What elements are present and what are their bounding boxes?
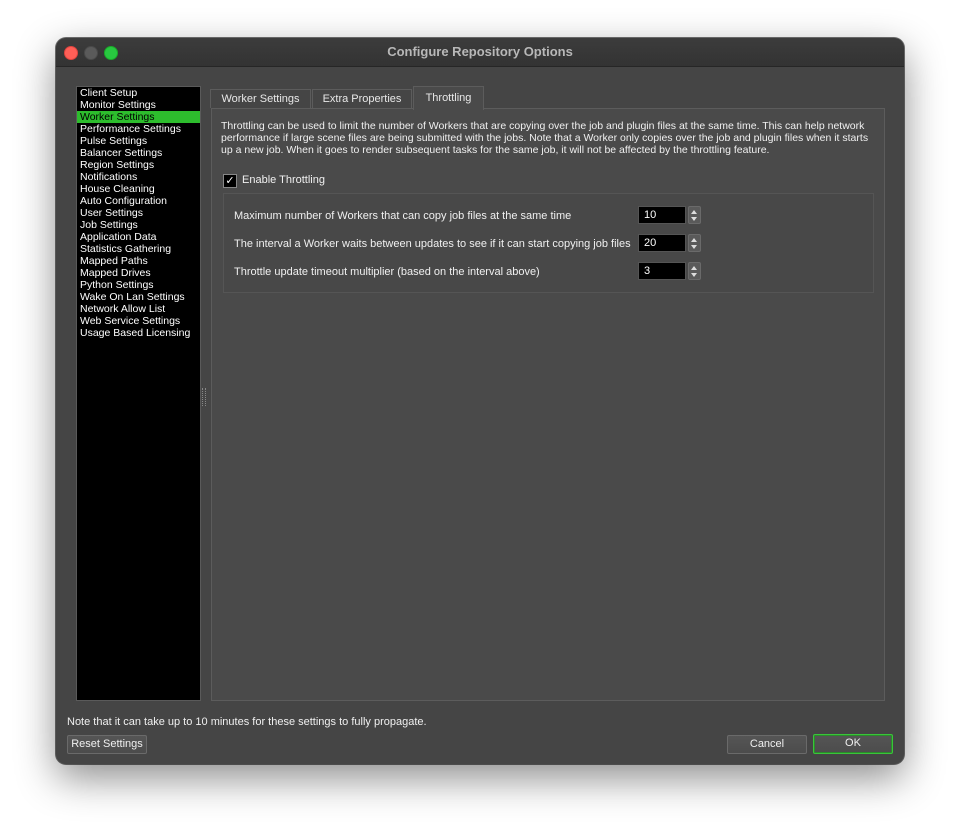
sidebar-item-balancer-settings[interactable]: Balancer Settings bbox=[77, 147, 200, 159]
sidebar-item-mapped-drives[interactable]: Mapped Drives bbox=[77, 267, 200, 279]
throttling-panel: Throttling can be used to limit the numb… bbox=[211, 108, 885, 701]
max-workers-spinbox[interactable]: 10 bbox=[638, 206, 702, 224]
sidebar-item-web-service-settings[interactable]: Web Service Settings bbox=[77, 315, 200, 327]
sidebar-item-python-settings[interactable]: Python Settings bbox=[77, 279, 200, 291]
enable-throttling-label[interactable]: Enable Throttling bbox=[242, 174, 325, 186]
splitter-handle[interactable] bbox=[202, 388, 206, 406]
tab-extra-properties[interactable]: Extra Properties bbox=[312, 89, 412, 108]
arrow-up-icon[interactable] bbox=[691, 238, 697, 242]
sidebar-item-user-settings[interactable]: User Settings bbox=[77, 207, 200, 219]
timeout-multiplier-spinbox[interactable]: 3 bbox=[638, 262, 702, 280]
sidebar-item-notifications[interactable]: Notifications bbox=[77, 171, 200, 183]
ok-button[interactable]: OK bbox=[813, 734, 893, 754]
window-title: Configure Repository Options bbox=[387, 44, 573, 59]
propagation-note: Note that it can take up to 10 minutes f… bbox=[67, 716, 427, 728]
sidebar-item-network-allow-list[interactable]: Network Allow List bbox=[77, 303, 200, 315]
sidebar-item-wake-on-lan-settings[interactable]: Wake On Lan Settings bbox=[77, 291, 200, 303]
configure-repository-window: Configure Repository Options Client Setu… bbox=[56, 38, 904, 764]
throttling-settings-group: Maximum number of Workers that can copy … bbox=[223, 193, 874, 293]
throttling-description: Throttling can be used to limit the numb… bbox=[221, 120, 869, 156]
sidebar-item-client-setup[interactable]: Client Setup bbox=[77, 87, 200, 99]
max-workers-input[interactable]: 10 bbox=[638, 206, 686, 224]
reset-settings-button[interactable]: Reset Settings bbox=[67, 735, 147, 754]
sidebar-item-statistics-gathering[interactable]: Statistics Gathering bbox=[77, 243, 200, 255]
sidebar-item-application-data[interactable]: Application Data bbox=[77, 231, 200, 243]
sidebar-item-job-settings[interactable]: Job Settings bbox=[77, 219, 200, 231]
sidebar-item-region-settings[interactable]: Region Settings bbox=[77, 159, 200, 171]
update-interval-input[interactable]: 20 bbox=[638, 234, 686, 252]
update-interval-label: The interval a Worker waits between upda… bbox=[234, 238, 631, 250]
settings-category-list[interactable]: Client Setup Monitor Settings Worker Set… bbox=[76, 86, 201, 701]
title-bar: Configure Repository Options bbox=[56, 38, 904, 67]
update-interval-stepper[interactable] bbox=[688, 234, 701, 252]
arrow-down-icon[interactable] bbox=[691, 273, 697, 277]
timeout-multiplier-stepper[interactable] bbox=[688, 262, 701, 280]
sidebar-item-auto-configuration[interactable]: Auto Configuration bbox=[77, 195, 200, 207]
cancel-button[interactable]: Cancel bbox=[727, 735, 807, 754]
arrow-up-icon[interactable] bbox=[691, 266, 697, 270]
tab-throttling[interactable]: Throttling bbox=[413, 86, 484, 110]
timeout-multiplier-label: Throttle update timeout multiplier (base… bbox=[234, 266, 540, 278]
max-workers-label: Maximum number of Workers that can copy … bbox=[234, 210, 572, 222]
arrow-down-icon[interactable] bbox=[691, 245, 697, 249]
arrow-up-icon[interactable] bbox=[691, 210, 697, 214]
max-workers-stepper[interactable] bbox=[688, 206, 701, 224]
sidebar-item-house-cleaning[interactable]: House Cleaning bbox=[77, 183, 200, 195]
tab-worker-settings[interactable]: Worker Settings bbox=[210, 89, 311, 108]
sidebar-item-pulse-settings[interactable]: Pulse Settings bbox=[77, 135, 200, 147]
sidebar-item-monitor-settings[interactable]: Monitor Settings bbox=[77, 99, 200, 111]
update-interval-spinbox[interactable]: 20 bbox=[638, 234, 702, 252]
enable-throttling-checkbox[interactable]: ✓ bbox=[223, 174, 237, 188]
timeout-multiplier-input[interactable]: 3 bbox=[638, 262, 686, 280]
sidebar-item-worker-settings[interactable]: Worker Settings bbox=[77, 111, 200, 123]
arrow-down-icon[interactable] bbox=[691, 217, 697, 221]
sidebar-item-usage-based-licensing[interactable]: Usage Based Licensing bbox=[77, 327, 200, 339]
sidebar-item-performance-settings[interactable]: Performance Settings bbox=[77, 123, 200, 135]
sidebar-item-mapped-paths[interactable]: Mapped Paths bbox=[77, 255, 200, 267]
